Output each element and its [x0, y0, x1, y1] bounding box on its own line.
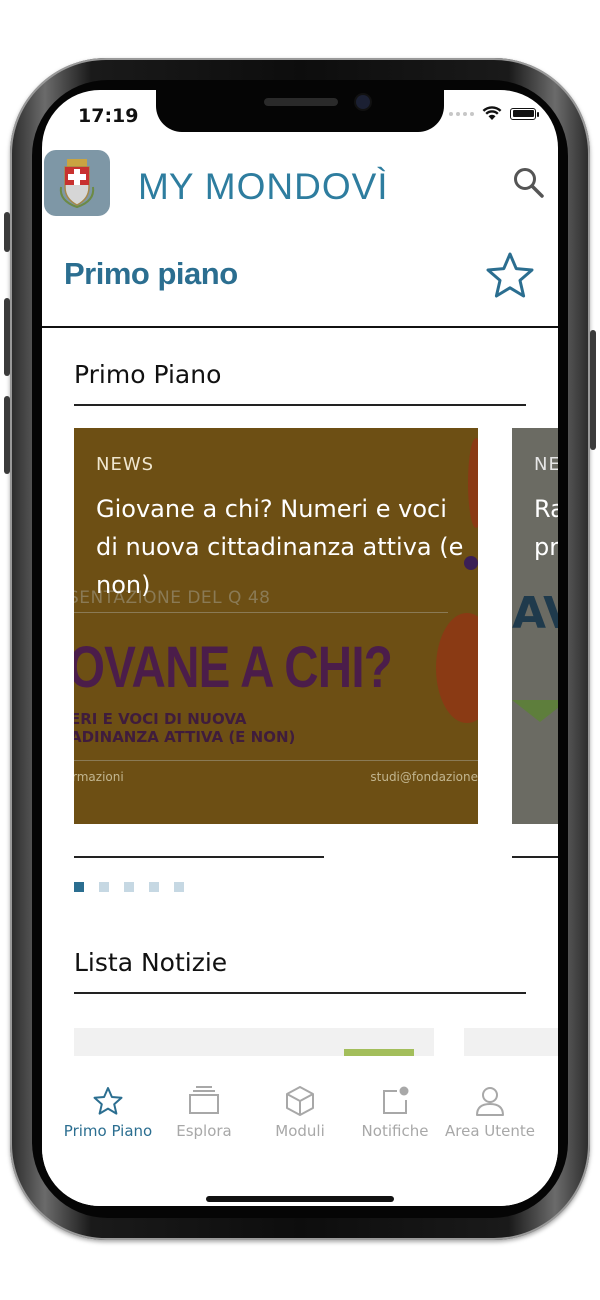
poster-decoration — [464, 556, 478, 570]
poster-subtitle-line: ERI E VOCI DI NUOVA — [74, 710, 247, 728]
section-title-primo-piano: Primo Piano — [74, 360, 222, 389]
section-title-lista-notizie: Lista Notizie — [74, 948, 228, 977]
tab-primo-piano[interactable]: Primo Piano — [58, 1084, 158, 1140]
section-divider — [74, 992, 526, 994]
poster-headline: OVANE A CHI? — [74, 635, 393, 700]
volume-down-button — [4, 396, 10, 474]
card-category: NE — [534, 454, 558, 475]
front-camera — [356, 95, 370, 109]
app-brand: MY MONDOVÌ — [138, 166, 389, 208]
poster-divider — [74, 612, 448, 613]
poster-decoration — [468, 438, 478, 528]
tab-moduli[interactable]: Moduli — [250, 1084, 350, 1140]
pagination-dot[interactable] — [74, 882, 84, 892]
section-divider — [74, 404, 526, 406]
mute-switch — [4, 212, 10, 252]
poster-decoration — [436, 613, 478, 723]
tab-notifiche[interactable]: Notifiche — [345, 1084, 445, 1140]
card-divider — [74, 856, 324, 858]
tab-label: Area Utente — [445, 1122, 535, 1140]
screen: 17:19 MY MONDOVÌ Primo piano Primo Piano — [42, 90, 558, 1206]
carousel-pagination[interactable] — [74, 882, 184, 892]
user-icon — [440, 1084, 540, 1118]
poster-decoration — [512, 700, 558, 722]
pagination-dot[interactable] — [174, 882, 184, 892]
page-title: Primo piano — [64, 256, 238, 291]
card-title: Ra pr — [534, 490, 558, 566]
tab-esplora[interactable]: Esplora — [154, 1084, 254, 1140]
card-divider — [512, 856, 558, 858]
poster-headline: AV — [512, 588, 558, 639]
volume-up-button — [4, 298, 10, 376]
notch — [156, 90, 444, 132]
tab-label: Moduli — [275, 1122, 325, 1140]
home-indicator[interactable] — [206, 1196, 394, 1202]
news-card[interactable]: AV NE Ra pr — [512, 428, 558, 824]
tab-label: Esplora — [176, 1122, 232, 1140]
poster-divider — [74, 760, 478, 761]
notification-icon — [345, 1084, 445, 1118]
tab-label: Notifiche — [361, 1122, 429, 1140]
search-icon[interactable] — [512, 166, 546, 200]
wifi-icon — [482, 106, 502, 121]
card-title-line: Ra — [534, 495, 558, 523]
card-title: Giovane a chi? Numeri e voci di nuova ci… — [96, 495, 464, 599]
status-icons — [449, 106, 539, 121]
city-crest-icon[interactable] — [44, 150, 110, 216]
speaker-grille — [264, 98, 338, 106]
poster-footer-right: studi@fondazione — [370, 770, 478, 784]
pagination-dot[interactable] — [149, 882, 159, 892]
status-time: 17:19 — [78, 105, 139, 127]
power-button — [590, 330, 596, 450]
pagination-dot[interactable] — [124, 882, 134, 892]
tab-bar: Primo Piano Esplora Moduli Notifiche Are… — [42, 1056, 558, 1206]
tab-area-utente[interactable]: Area Utente — [440, 1084, 540, 1140]
star-icon[interactable] — [484, 250, 536, 302]
signal-icon — [449, 111, 474, 116]
stack-icon — [154, 1084, 254, 1118]
poster-subtitle: ERI E VOCI DI NUOVA ADINANZA ATTIVA (E N… — [74, 710, 295, 746]
cube-icon — [250, 1084, 350, 1118]
battery-icon — [510, 107, 539, 120]
brand-name: MONDOVÌ — [204, 166, 389, 207]
card-title-line: pr — [534, 533, 558, 561]
poster-footer-left: rmazioni — [74, 770, 124, 784]
header-divider — [42, 326, 558, 328]
tab-label: Primo Piano — [63, 1122, 153, 1140]
news-card[interactable]: SENTAZIONE DEL Q 48 OVANE A CHI? ERI E V… — [74, 428, 478, 824]
star-icon — [58, 1084, 158, 1118]
brand-my: MY — [138, 166, 194, 207]
pagination-dot[interactable] — [99, 882, 109, 892]
card-category: NEWS — [96, 454, 155, 475]
poster-subtitle-line: ADINANZA ATTIVA (E NON) — [74, 728, 296, 746]
